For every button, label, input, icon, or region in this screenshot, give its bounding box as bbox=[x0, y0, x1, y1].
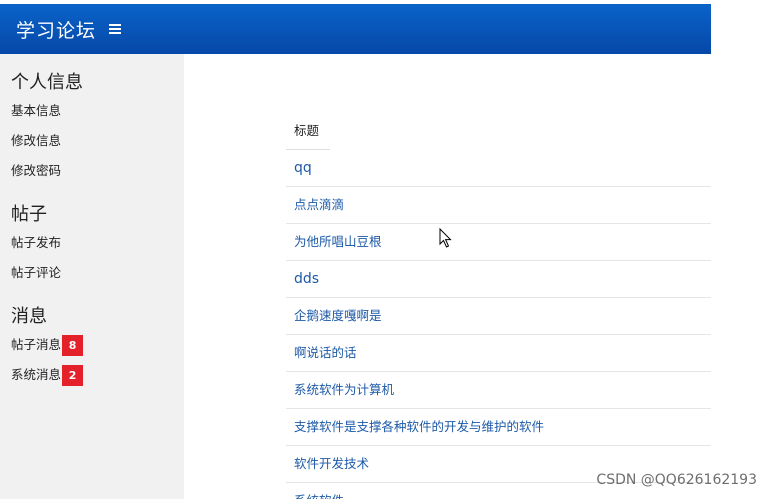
post-title-table: 标题 qq 点点滴滴 为他所唱山豆根 dds 企鹅速度嘎啊是 啊说话的话 系统软… bbox=[286, 112, 711, 499]
sidebar-item-label: 帖子消息 bbox=[11, 337, 62, 352]
column-header-title: 标题 bbox=[286, 112, 330, 150]
sidebar-item-change-password[interactable]: 修改密码 bbox=[11, 156, 184, 186]
table-row[interactable]: dds bbox=[286, 261, 711, 298]
site-title[interactable]: 学习论坛 bbox=[16, 16, 96, 43]
table-row[interactable]: 啊说话的话 bbox=[286, 335, 711, 372]
table-row[interactable]: 点点滴滴 bbox=[286, 187, 711, 224]
top-navbar: 学习论坛 bbox=[0, 4, 711, 54]
table-row[interactable]: qq bbox=[286, 150, 711, 187]
sidebar-item-label: 基本信息 bbox=[11, 103, 62, 118]
section-title-posts: 帖子 bbox=[11, 204, 47, 225]
sidebar-item-basic-info[interactable]: 基本信息 bbox=[11, 96, 184, 126]
sidebar: 个人信息 基本信息 修改信息 修改密码 帖子 帖子发布 帖子评论 消息 帖子消息… bbox=[0, 54, 184, 499]
sidebar-item-post-messages[interactable]: 帖子消息 8 bbox=[11, 330, 184, 360]
table-row[interactable]: 系统软件为计算机 bbox=[286, 372, 711, 409]
sidebar-item-publish-post[interactable]: 帖子发布 bbox=[11, 228, 184, 258]
unread-count-badge: 2 bbox=[62, 364, 84, 386]
unread-count-badge: 8 bbox=[62, 334, 84, 356]
section-title-personal-info: 个人信息 bbox=[11, 72, 83, 93]
sidebar-item-label: 帖子评论 bbox=[11, 265, 62, 280]
mouse-pointer-icon bbox=[439, 228, 452, 248]
sidebar-item-label: 修改密码 bbox=[11, 163, 62, 178]
table-row[interactable]: 为他所唱山豆根 bbox=[286, 224, 711, 261]
watermark: CSDN @QQ626162193 bbox=[596, 472, 757, 488]
sidebar-item-system-messages[interactable]: 系统消息 2 bbox=[11, 360, 184, 390]
sidebar-item-label: 帖子发布 bbox=[11, 235, 62, 250]
table-row[interactable]: 支撑软件是支撑各种软件的开发与维护的软件 bbox=[286, 409, 711, 446]
sidebar-item-post-comments[interactable]: 帖子评论 bbox=[11, 258, 184, 288]
sidebar-item-label: 系统消息 bbox=[11, 367, 62, 382]
sidebar-item-label: 修改信息 bbox=[11, 133, 62, 148]
table-row[interactable]: 企鹅速度嘎啊是 bbox=[286, 298, 711, 335]
section-title-messages: 消息 bbox=[11, 306, 47, 327]
sidebar-item-edit-info[interactable]: 修改信息 bbox=[11, 126, 184, 156]
menu-icon[interactable] bbox=[109, 24, 122, 34]
